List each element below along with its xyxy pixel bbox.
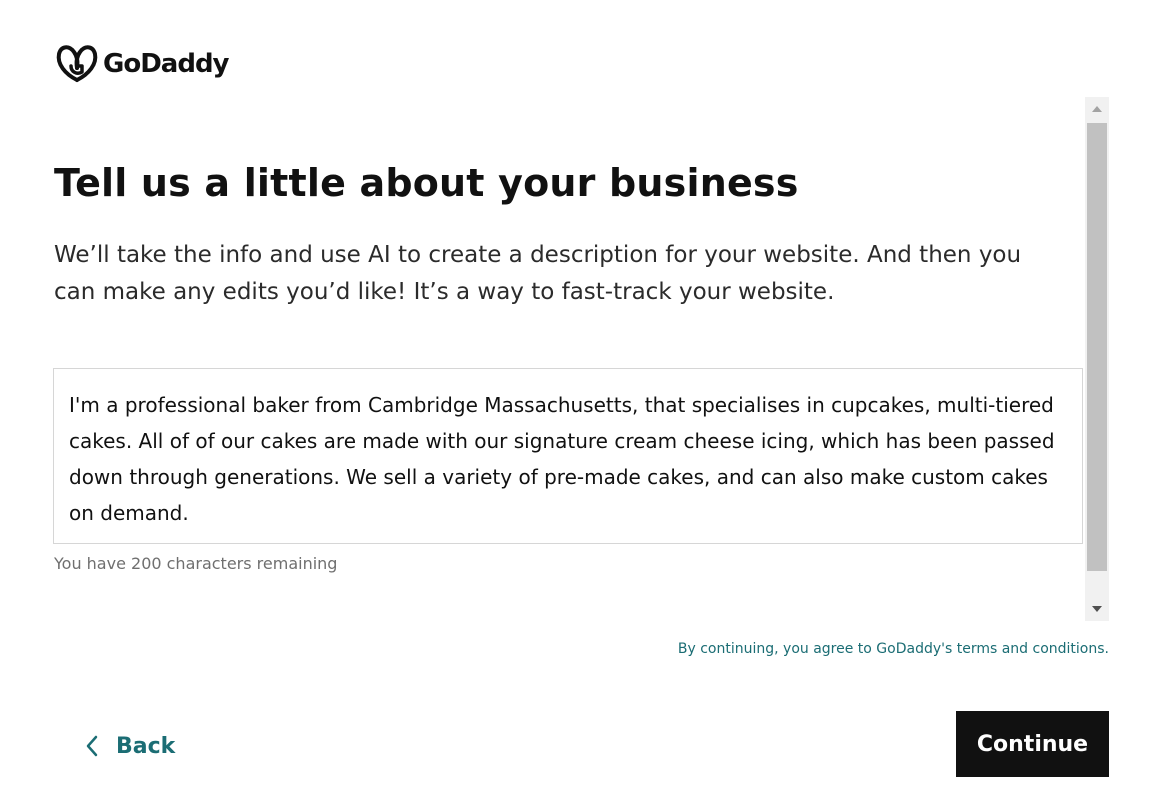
godaddy-logo[interactable]: GoDaddy: [55, 44, 230, 84]
back-button-label: Back: [116, 733, 176, 759]
vertical-scrollbar[interactable]: [1085, 97, 1109, 621]
page-subtitle: We’ll take the info and use AI to create…: [54, 242, 1022, 305]
scrollbar-thumb[interactable]: [1087, 123, 1107, 571]
scroll-up-arrow-icon[interactable]: [1085, 97, 1109, 121]
scroll-container[interactable]: Tell us a little about your business We’…: [0, 97, 1109, 621]
brand-name: GoDaddy: [103, 49, 230, 79]
continue-button[interactable]: Continue: [956, 711, 1109, 777]
business-description-textarea[interactable]: I'm a professional baker from Cambridge …: [53, 368, 1083, 544]
scroll-down-arrow-icon[interactable]: [1085, 597, 1109, 621]
chevron-left-icon: [86, 735, 98, 757]
characters-remaining-text: You have 200 characters remaining: [54, 554, 338, 573]
page-title: Tell us a little about your business: [54, 161, 799, 205]
godaddy-logo-icon: [56, 45, 98, 82]
back-button[interactable]: Back: [86, 722, 175, 770]
terms-and-conditions-link[interactable]: By continuing, you agree to GoDaddy's te…: [678, 641, 1109, 657]
